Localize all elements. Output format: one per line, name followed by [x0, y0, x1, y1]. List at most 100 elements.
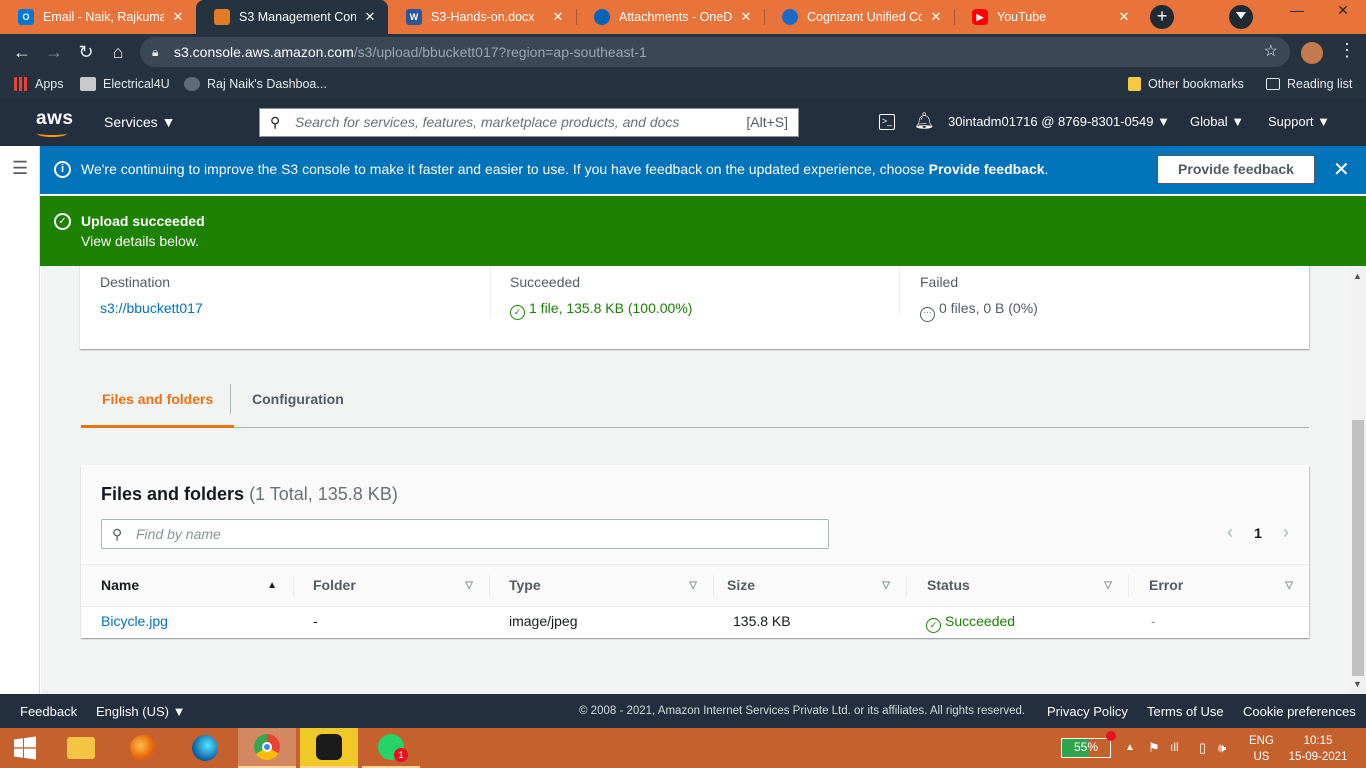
find-placeholder: Find by name — [136, 526, 221, 542]
dismiss-close-icon[interactable]: ✕ — [1333, 157, 1350, 182]
column-header-type[interactable]: Type ▽ — [489, 565, 713, 606]
privacy-policy-link[interactable]: Privacy Policy — [1047, 704, 1128, 719]
main-content: Destination s3://bbuckett017 Succeeded ✓… — [41, 266, 1350, 694]
account-menu[interactable]: 30intadm01716 @ 8769-8301-0549 ▼ — [948, 114, 1170, 129]
hamburger-menu-icon[interactable]: ☰ — [12, 158, 28, 179]
close-icon[interactable]: ✕ — [550, 9, 566, 25]
column-header-folder[interactable]: Folder ▽ — [293, 565, 489, 606]
new-tab-icon[interactable]: + — [1150, 5, 1174, 29]
back-icon[interactable]: ← — [10, 40, 34, 64]
column-header-status[interactable]: Status ▽ — [907, 565, 1128, 606]
bookmark-dashboard[interactable]: Raj Naik's Dashboa... — [184, 70, 327, 98]
scroll-down-icon: ▼ — [1353, 679, 1362, 689]
column-header-size[interactable]: Size ▽ — [707, 565, 906, 606]
cloudshell-icon[interactable]: >_ — [879, 114, 895, 130]
aws-footer: Feedback English (US) ▼ © 2008 - 2021, A… — [0, 694, 1366, 728]
home-icon[interactable]: ⌂ — [106, 40, 130, 64]
terms-of-use-link[interactable]: Terms of Use — [1147, 704, 1224, 719]
whatsapp-icon: 1 — [378, 734, 408, 762]
browser-tab-word[interactable]: W S3-Hands-on.docx ✕ — [388, 0, 576, 34]
scrollbar-thumb[interactable] — [1352, 420, 1364, 676]
webex-app-icon — [316, 734, 342, 760]
tab-search-icon[interactable] — [1229, 5, 1253, 29]
wifi-signal-icon[interactable]: ıll — [1170, 740, 1179, 754]
volume-icon[interactable]: 🕪︎ — [1218, 740, 1226, 756]
battery-indicator[interactable]: 55% — [1061, 738, 1111, 758]
tab-title: Cognizant Unified Conf — [807, 10, 922, 24]
browser-tab-strip: O Email - Naik, Rajkumar ✕ S3 Management… — [0, 0, 1366, 34]
destination-label: Destination — [100, 274, 171, 290]
file-name-link[interactable]: Bicycle.jpg — [81, 613, 168, 629]
firefox-taskbar-button[interactable] — [118, 728, 168, 768]
services-menu[interactable]: Services ▼ — [104, 114, 175, 130]
bookmark-other[interactable]: Other bookmarks — [1128, 70, 1244, 98]
column-header-name[interactable]: Name ▲ — [81, 565, 293, 606]
chrome-taskbar-button[interactable] — [238, 728, 296, 768]
info-icon: i — [54, 161, 71, 178]
dashboard-icon — [184, 77, 200, 91]
cookie-preferences-link[interactable]: Cookie preferences — [1243, 704, 1356, 719]
network-flag-icon[interactable]: ⚑ — [1148, 740, 1160, 756]
browser-tab-onedrive[interactable]: Attachments - OneDrive ✕ — [576, 0, 764, 34]
bookmark-star-icon[interactable]: ☆ — [1264, 37, 1278, 67]
browser-tab-webex[interactable]: Cognizant Unified Conf ✕ — [764, 0, 954, 34]
close-icon[interactable]: ✕ — [1116, 9, 1132, 25]
destination-link[interactable]: s3://bbuckett017 — [100, 300, 203, 316]
close-window-icon[interactable]: ✕ — [1320, 0, 1366, 20]
close-icon[interactable]: ✕ — [738, 9, 754, 25]
info-flashbar: i We're continuing to improve the S3 con… — [40, 146, 1366, 194]
region-menu[interactable]: Global ▼ — [1190, 114, 1244, 129]
aws-logo[interactable]: aws — [36, 108, 73, 137]
show-hidden-icons-chevron[interactable]: ▲ — [1125, 742, 1135, 753]
reading-list[interactable]: Reading list — [1266, 70, 1352, 98]
onedrive-icon — [594, 9, 610, 25]
check-circle-icon: ✓ — [54, 213, 71, 230]
file-explorer-taskbar-button[interactable] — [56, 728, 106, 768]
panel-title: Files and folders (1 Total, 135.8 KB) — [101, 484, 398, 504]
tab-configuration[interactable]: Configuration — [231, 374, 365, 428]
close-icon[interactable]: ✕ — [170, 9, 186, 25]
support-menu[interactable]: Support ▼ — [1268, 114, 1330, 129]
webex-icon — [782, 9, 798, 25]
word-icon: W — [406, 9, 422, 25]
notifications-bell-icon[interactable]: 🔔︎ — [914, 111, 934, 131]
aws-search-input[interactable]: ⚲ Search for services, features, marketp… — [259, 108, 799, 137]
input-language[interactable]: ENG US — [1249, 733, 1274, 765]
profile-avatar[interactable] — [1301, 42, 1323, 64]
upload-summary-card: Destination s3://bbuckett017 Succeeded ✓… — [80, 266, 1309, 349]
browser-menu-icon[interactable]: ⋮ — [1338, 40, 1356, 61]
failed-label: Failed — [920, 274, 959, 290]
address-bar[interactable]: 🔒︎ s3.console.aws.amazon.com/s3/upload/b… — [140, 37, 1290, 67]
power-plug-icon[interactable]: ▯ — [1199, 740, 1206, 756]
bookmark-label: Raj Naik's Dashboa... — [207, 77, 327, 91]
bookmark-electrical4u[interactable]: Electrical4U — [80, 70, 170, 98]
webex-taskbar-button[interactable] — [300, 728, 358, 768]
whatsapp-taskbar-button[interactable]: 1 — [362, 728, 420, 768]
system-clock[interactable]: 10:15 15-09-2021 — [1286, 733, 1350, 765]
file-type: image/jpeg — [509, 613, 578, 629]
edge-taskbar-button[interactable] — [180, 728, 230, 768]
browser-tab-youtube[interactable]: ▶ YouTube ✕ — [954, 0, 1142, 34]
bookmark-apps[interactable]: Apps — [14, 70, 64, 98]
sort-icon: ▽ — [882, 580, 890, 591]
page-scrollbar[interactable]: ▲ ▼ — [1350, 266, 1366, 694]
reload-icon[interactable]: ↻ — [74, 40, 98, 64]
column-header-error[interactable]: Error ▽ — [1129, 565, 1309, 606]
chevron-right-icon[interactable]: › — [1272, 522, 1300, 543]
bookmark-label: Reading list — [1287, 77, 1353, 91]
find-by-name-input[interactable]: ⚲ Find by name — [101, 519, 829, 549]
close-icon[interactable]: ✕ — [928, 9, 944, 25]
start-button[interactable] — [0, 728, 50, 768]
footer-feedback-link[interactable]: Feedback — [20, 704, 77, 719]
browser-tab-s3[interactable]: S3 Management Conso ✕ — [196, 0, 388, 34]
page-number[interactable]: 1 — [1244, 525, 1272, 541]
language-selector[interactable]: English (US) ▼ — [96, 704, 185, 719]
tab-files-and-folders[interactable]: Files and folders — [81, 374, 235, 428]
success-check-icon: ✓ — [926, 618, 941, 633]
provide-feedback-button[interactable]: Provide feedback — [1157, 155, 1315, 184]
chevron-left-icon[interactable]: ‹ — [1216, 522, 1244, 543]
browser-tab-email[interactable]: O Email - Naik, Rajkumar ✕ — [0, 0, 196, 34]
forward-icon[interactable]: → — [42, 40, 66, 64]
close-icon[interactable]: ✕ — [362, 9, 378, 25]
summary-succeeded: Succeeded ✓ 1 file, 135.8 KB (100.00%) — [490, 266, 900, 336]
